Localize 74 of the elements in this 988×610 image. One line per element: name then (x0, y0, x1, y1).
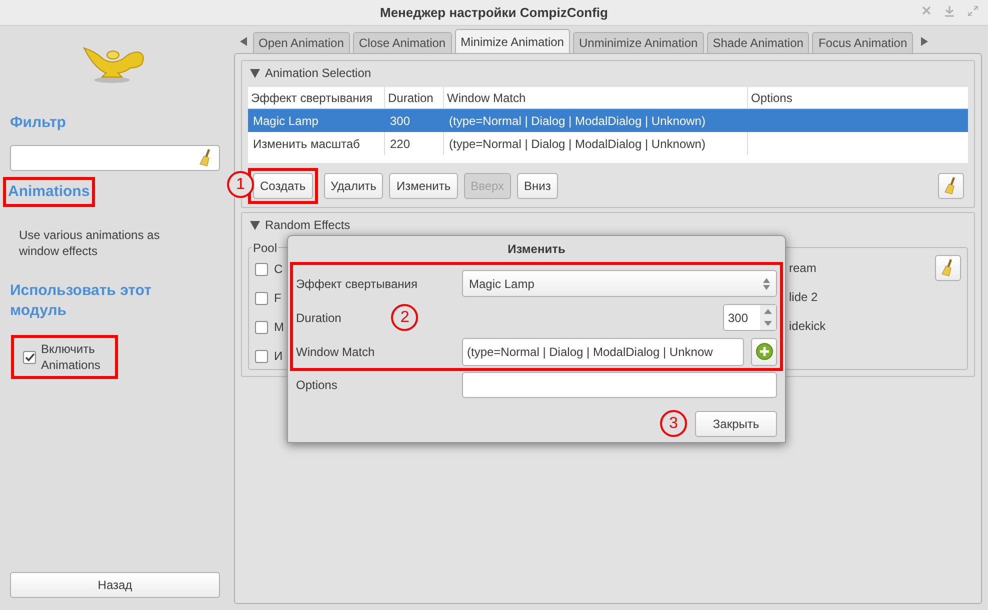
field-label: Duration (296, 310, 342, 326)
add-button[interactable] (751, 338, 777, 366)
callout-number: 3 (660, 410, 687, 437)
spin-field[interactable]: 300 (723, 304, 777, 331)
filter-label: Фильтр (10, 113, 66, 133)
checkbox-label: idekick (789, 318, 826, 334)
checkbox-label: F (274, 290, 282, 307)
tab[interactable]: Shade Animation (706, 32, 810, 53)
table-cell-text: (type=Normal | Dialog | ModalDialog | Unknown) (449, 136, 706, 152)
plus-icon (756, 343, 772, 360)
field-label: Эффект свертывания (296, 276, 418, 292)
filter-field[interactable] (10, 144, 220, 170)
broom-icon (944, 177, 958, 195)
text-field[interactable]: (type=Normal | Dialog | ModalDialog | Unknow (462, 338, 744, 366)
table-cell-text: Изменить масштаб (253, 136, 360, 152)
scroll-left-icon (240, 37, 247, 46)
table-cell-text: (type=Normal | Dialog | ModalDialog | Unknown) (449, 112, 706, 130)
collapse-triangle-icon[interactable] (250, 220, 260, 230)
tab[interactable]: Unminimize Animation (572, 32, 704, 53)
checkbox-label: Включить Animations (41, 341, 102, 373)
checkbox-label: И (274, 348, 283, 365)
tab[interactable]: Open Animation (252, 32, 350, 53)
table-row[interactable]: Magic Lamp 300 (type=Normal | Dialog | ModalDialog | Unknown) (248, 109, 968, 132)
text-field[interactable] (462, 372, 777, 398)
maximize-icon (968, 6, 978, 16)
dialog-title: Изменить (508, 241, 566, 258)
checkbox[interactable] (255, 320, 268, 334)
field-label: Window Match (296, 344, 375, 360)
table-cell-text: 300 (390, 112, 410, 130)
window-title: Менеджер настройки CompizConfig (380, 4, 608, 22)
callout-number: 1 (227, 171, 254, 198)
plugin-title: Animations (8, 182, 90, 202)
action-button[interactable]: Изменить (389, 173, 458, 199)
section-title: Random Effects (265, 217, 350, 234)
action-button[interactable]: Создать (253, 173, 313, 199)
table-cell-text: 220 (390, 136, 410, 152)
action-button[interactable]: Удалить (324, 173, 384, 199)
column-header[interactable]: Эффект свертывания (251, 88, 372, 106)
tab[interactable]: Focus Animation (812, 32, 914, 53)
close-icon (922, 6, 931, 15)
clear-button[interactable] (935, 255, 961, 281)
column-header[interactable]: Options (751, 88, 792, 106)
column-header[interactable]: Window Match (447, 88, 526, 106)
back-button[interactable]: Назад (10, 572, 220, 598)
section-heading: Использовать этот модуль (10, 281, 152, 321)
broom-icon (941, 259, 955, 277)
close-button[interactable]: Закрыть (695, 410, 777, 436)
callout-number: 2 (391, 304, 418, 331)
checkbox[interactable] (255, 350, 268, 362)
clear-button[interactable] (938, 173, 964, 199)
updown-icon (763, 278, 770, 290)
scroll-right-icon (920, 37, 928, 46)
checkbox-label: lide 2 (789, 289, 818, 305)
column-header[interactable]: Duration (388, 88, 434, 106)
table-row[interactable]: Изменить масштаб 220 (type=Normal | Dialog | ModalDialog | Unknown) (248, 132, 968, 155)
dropdown[interactable]: Magic Lamp (462, 270, 777, 297)
collapse-triangle-icon[interactable] (250, 68, 260, 78)
table-cell-text: Magic Lamp (253, 112, 318, 130)
tab[interactable]: Close Animation (352, 32, 452, 53)
broom-icon (199, 148, 213, 166)
checkbox[interactable] (255, 292, 268, 304)
checkmark-icon (24, 352, 34, 362)
section-title: Animation Selection (265, 65, 372, 82)
spin-arrows-icon (760, 305, 776, 330)
tab[interactable]: Minimize Animation (454, 29, 570, 53)
checkbox[interactable] (23, 350, 36, 364)
action-button[interactable]: Вниз (517, 173, 558, 199)
field-label: Options (296, 376, 338, 394)
minimize-icon (945, 6, 954, 17)
plugin-description: Use various animations as window effects (18, 227, 161, 259)
checkbox-label: M (274, 319, 284, 336)
checkbox-label: ream (789, 260, 816, 276)
checkbox[interactable] (255, 262, 268, 276)
checkbox-label: C (274, 261, 283, 278)
